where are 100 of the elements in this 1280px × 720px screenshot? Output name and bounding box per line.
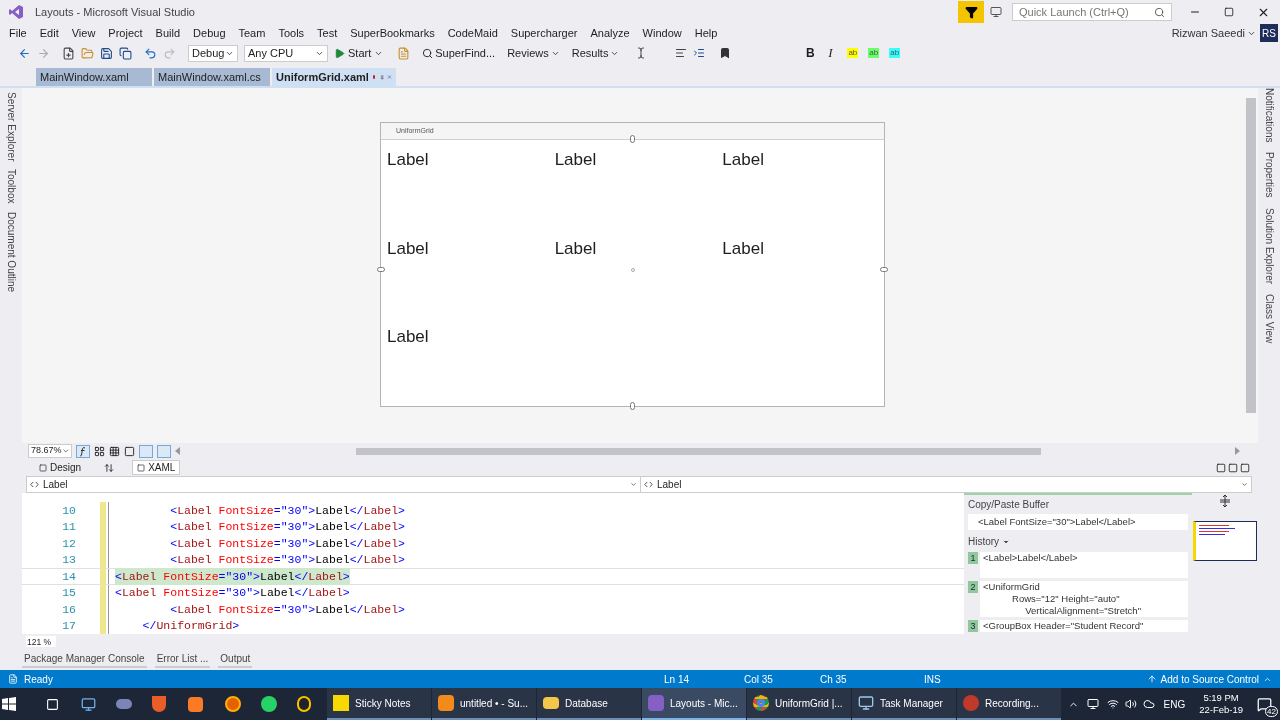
account-avatar[interactable]: RS [1260,24,1278,42]
platform-dropdown[interactable]: Any CPU [244,44,328,62]
resize-handle[interactable] [880,267,888,272]
save-icon[interactable] [100,46,113,60]
taskbar-app[interactable]: Layouts - Mic... [642,688,746,720]
menu-item[interactable]: Debug [188,24,231,42]
volume-icon[interactable] [1125,698,1138,710]
history-item[interactable]: <Label>Label</Label> [980,552,1188,579]
scope-dropdown[interactable]: Label [27,477,641,492]
horizontal-scrollbar[interactable] [356,447,1041,455]
menu-item[interactable]: Tools [273,24,310,42]
configuration-dropdown[interactable]: Debug [188,44,238,62]
menu-item[interactable]: File [4,24,32,42]
taskbar-app[interactable]: Database [537,688,641,720]
menu-item[interactable]: Team [233,24,271,42]
collapse-icon[interactable] [1240,462,1250,473]
document-tab[interactable]: UniformGrid.xaml [272,68,396,86]
label-element[interactable]: Label [387,150,429,169]
history-item[interactable]: <UniformGrid Rows="12" Height="auto" VerticalAlignment="Stretch" [980,581,1188,618]
code-minimap[interactable] [1193,521,1257,561]
resize-handle[interactable] [377,267,385,272]
computer-icon[interactable] [81,696,96,712]
menu-item[interactable]: Edit [34,24,64,42]
menu-item[interactable]: Project [103,24,148,42]
menu-item[interactable]: Window [637,24,687,42]
taskbar-app[interactable]: Sticky Notes [327,688,431,720]
vertical-scrollbar[interactable] [1246,98,1256,413]
tool-window-tab[interactable]: Error List ... [154,650,211,668]
toolbar-button[interactable]: Reviews [507,44,560,62]
view-tab[interactable]: XAML [132,460,181,475]
menu-item[interactable]: Build [150,24,186,42]
side-panel-tab[interactable]: Notifications [1261,88,1277,143]
indent-icon[interactable] [693,47,706,59]
back-icon[interactable] [18,46,31,60]
artboard-icon[interactable] [124,445,135,457]
resize-handle[interactable] [630,402,635,410]
formula-icon[interactable] [76,444,90,458]
account-name[interactable]: Rizwan Saeedi [1171,24,1245,42]
language-indicator[interactable]: ENG [1163,696,1186,712]
taskbar-app[interactable]: Task Manager [852,688,956,720]
bold-button[interactable]: B [803,44,818,62]
align-icon[interactable] [675,47,688,59]
menu-item[interactable]: View [66,24,101,42]
snap-grid-icon[interactable] [109,445,120,457]
split-icon[interactable] [1228,462,1238,473]
taskbar-app[interactable]: untitled • - Su... [432,688,536,720]
scope-dropdown[interactable]: Label [641,477,1251,492]
editor-zoom-dropdown[interactable]: 121 % [26,635,56,647]
menu-item[interactable]: Supercharger [505,24,583,42]
grid-icon[interactable] [94,445,105,457]
task-view-icon[interactable] [46,697,59,711]
menu-item[interactable]: Analyze [585,24,635,42]
side-panel-tab[interactable]: Document Outline [3,211,19,292]
swap-icon[interactable] [104,462,115,473]
start-icon[interactable] [2,697,16,711]
source-control-button[interactable]: Add to Source Control [1146,671,1272,687]
label-element[interactable]: Label [722,238,764,258]
tool-window-tab[interactable]: Package Manager Console [22,650,147,668]
side-panel-tab[interactable]: Class View [1261,294,1277,344]
highlight-button[interactable]: ab [868,48,880,58]
taskbar-app[interactable]: UniformGrid |... [747,688,851,720]
label-element[interactable]: Label [387,238,429,258]
pin-icon[interactable] [379,72,385,82]
zoom-dropdown[interactable]: 78.67% [28,444,72,458]
highlight-button[interactable]: ab [847,48,859,58]
label-element[interactable]: Label [387,327,429,347]
split-icon[interactable] [1216,462,1226,473]
italic-button[interactable]: I [823,43,838,63]
side-panel-tab[interactable]: Properties [1261,152,1277,199]
undo-icon[interactable] [144,46,157,60]
history-item[interactable]: <GroupBox Header="Student Record" [980,620,1188,633]
history-dropdown[interactable]: History [968,534,1188,550]
shield-icon[interactable] [152,696,166,712]
feedback-button[interactable] [958,1,984,23]
menu-item[interactable]: Test [312,24,343,42]
document-tab[interactable]: MainWindow.xaml [36,68,152,86]
document-tab[interactable]: MainWindow.xaml.cs [154,68,270,86]
split-handle-icon[interactable] [1220,495,1230,507]
save-all-icon[interactable] [119,46,132,60]
start-button[interactable]: Start [334,44,384,62]
wifi-icon[interactable] [1107,698,1120,710]
bookmark-icon[interactable] [719,47,732,59]
quick-launch-field[interactable]: Quick Launch (Ctrl+Q) [1012,3,1172,21]
side-panel-tab[interactable]: Toolbox [3,169,19,204]
menu-item[interactable]: Help [689,24,723,42]
network-icon[interactable] [1087,698,1100,710]
label-element[interactable]: Label [722,150,764,169]
menu-item[interactable]: CodeMaid [442,24,503,42]
cloud-icon[interactable] [1143,698,1156,710]
highlight-button[interactable]: ab [889,48,901,58]
tool-window-tab[interactable]: Output [218,650,253,668]
side-panel-tab[interactable]: Server Explorer [3,92,19,162]
clock[interactable]: 5:19 PM 22-Feb-19 [1199,692,1243,716]
buffer-item[interactable]: <Label FontSize="30">Label</Label> [968,514,1188,531]
menu-item[interactable]: SuperBookmarks [345,24,440,42]
resize-handle[interactable] [630,135,635,143]
side-panel-tab[interactable]: Solution Explorer [1261,208,1277,285]
toolbar-button[interactable]: SuperFind... [422,44,496,62]
new-file-icon[interactable] [62,46,75,60]
label-element[interactable]: Label [554,150,597,169]
